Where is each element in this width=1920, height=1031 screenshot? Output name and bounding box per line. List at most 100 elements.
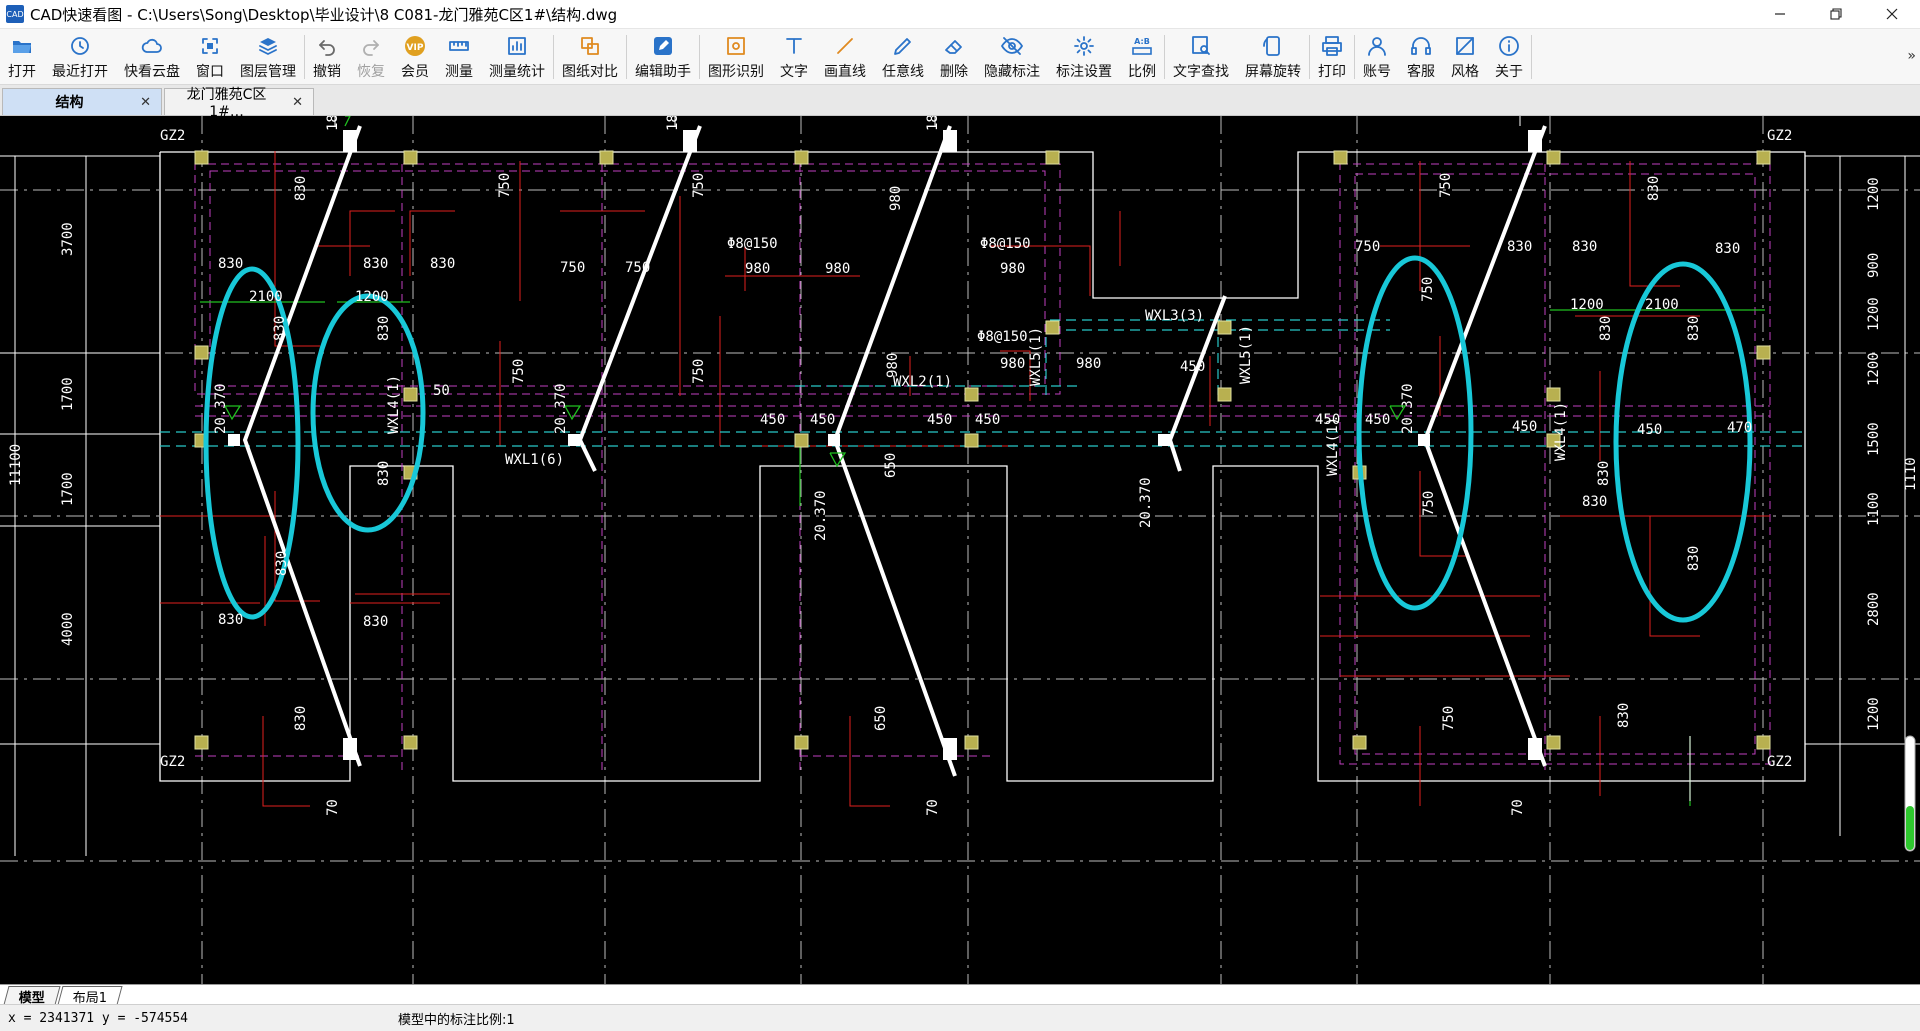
minimize-button[interactable] [1752,0,1808,28]
cad-drawing[interactable]: GZ2 GZ2 GZ2 GZ2 3700 1700 1700 4000 1110… [0,116,1920,984]
close-window-button[interactable] [1864,0,1920,28]
toolbar-button-text-search[interactable]: 文字查找 [1165,29,1237,84]
bottom-mark-1: 70 [325,799,341,816]
toolbar-button-label: 图形识别 [708,64,764,80]
toolbar-button-vip[interactable]: VIP 会员 [393,29,437,84]
toolbar-button-headset[interactable]: 客服 [1399,29,1443,84]
value-750-f: 750 [691,359,707,384]
toolbar-button-undo[interactable]: 撤销 [305,29,349,84]
dimension-lines [0,116,1920,856]
tab-longmen-yayuan[interactable]: 龙门雅苑C区1#… ✕ [164,87,314,120]
value-450-g: 450 [1365,412,1390,428]
toolbar-button-label: 图纸对比 [562,64,618,80]
svg-text:A:B: A:B [1134,37,1150,46]
toolbar-button-label: 隐藏标注 [984,64,1040,80]
beam-label-wxl5-left: WXL5(1) [1028,327,1044,386]
toolbar-button-label: 恢复 [357,64,385,80]
value-450-h: 450 [1512,419,1537,435]
toolbar-button-annotation-settings[interactable]: 标注设置 [1048,29,1120,84]
dim-right-2: 900 [1866,253,1882,278]
toolbar-button-freehand[interactable]: 任意线 [874,29,932,84]
value-980-f: 980 [1076,356,1101,372]
column-tag-top-right: GZ2 [1767,128,1792,144]
value-830-l: 830 [1507,239,1532,255]
toolbar-button-label: 图层管理 [240,64,296,80]
toolbar-button-clock[interactable]: 最近打开 [44,29,116,84]
toolbar-button-label: 测量统计 [489,64,545,80]
toolbar-button-edit-assistant[interactable]: 编辑助手 [627,29,699,84]
window-controls [1752,0,1920,28]
value-450-a: 450 [760,412,785,428]
dim-right-7: 2800 [1866,592,1882,626]
toolbar-button-style[interactable]: 风格 [1443,29,1487,84]
rebar-label-3: Φ8@150 [977,329,1028,345]
toolbar-button-ruler[interactable]: 测量 [437,29,481,84]
toolbar-button-redo: 恢复 [349,29,393,84]
value-650-b: 650 [873,706,889,731]
tab-structure[interactable]: 结构 ✕ [2,88,162,115]
style-icon [1452,33,1478,59]
toolbar-button-ratio[interactable]: A:B 比例 [1120,29,1164,84]
eye-hide-icon [999,33,1025,59]
value-450-e: 450 [1180,359,1205,375]
tab-layout1[interactable]: 布局1 [57,986,123,1006]
printer-icon [1319,33,1345,59]
toolbar-button-eye-hide[interactable]: 隐藏标注 [976,29,1048,84]
elevation-label-5: 20.370 [1400,383,1416,434]
toolbar-button-label: 画直线 [824,64,866,80]
value-450-c: 450 [927,412,952,428]
value-830-h: 830 [274,551,290,576]
restore-icon [1830,8,1842,20]
rebar-label-1: Φ8@150 [727,236,778,252]
toolbar-button-line[interactable]: 画直线 [816,29,874,84]
tab-model-label: 模型 [18,990,45,1006]
toolbar-button-rotate-screen[interactable]: 屏幕旋转 [1237,29,1309,84]
restore-button[interactable] [1808,0,1864,28]
toolbar-button-printer[interactable]: 打印 [1310,29,1354,84]
toolbar-button-compare[interactable]: 图纸对比 [554,29,626,84]
toolbar-overflow-chevron-icon[interactable]: » [1907,48,1916,64]
beam-label-wxl2: WXL2(1) [893,374,952,390]
toolbar-button-folder-open[interactable]: 打开 [0,29,44,84]
toolbar-button-shape-recognize[interactable]: 图形识别 [700,29,772,84]
text-icon [781,33,807,59]
value-450-i: 450 [1637,422,1662,438]
value-450-b: 450 [810,412,835,428]
close-tab-icon[interactable]: ✕ [292,95,303,110]
toolbar-button-info[interactable]: 关于 [1487,29,1531,84]
layers-icon [255,33,281,59]
drawing-canvas[interactable]: GZ2 GZ2 GZ2 GZ2 3700 1700 1700 4000 1110… [0,116,1920,984]
dim-right-6: 1100 [1866,492,1882,526]
toolbar-button-label: 删除 [940,64,968,80]
value-830-n: 830 [1715,241,1740,257]
toolbar-button-user[interactable]: 账号 [1355,29,1399,84]
toolbar-button-measure-stats[interactable]: 测量统计 [481,29,553,84]
compare-icon [577,33,603,59]
close-tab-icon[interactable]: ✕ [140,95,151,110]
toolbar-button-text[interactable]: 文字 [772,29,816,84]
redo-icon [358,33,384,59]
value-750-c: 750 [560,260,585,276]
toolbar-button-eraser[interactable]: 删除 [932,29,976,84]
column-tag-top-left: GZ2 [160,128,185,144]
toolbar-button-cloud[interactable]: 快看云盘 [116,29,188,84]
top-mark-3: 18 [925,116,941,131]
value-830-i: 830 [218,612,243,628]
value-830-f: 830 [376,316,392,341]
value-650-a: 650 [883,453,899,478]
toolbar-button-window[interactable]: 窗口 [188,29,232,84]
value-750-d: 750 [625,260,650,276]
vertical-scroll-indicator[interactable] [1904,735,1916,852]
dim-right-5: 1500 [1866,422,1882,456]
tab-model[interactable]: 模型 [3,986,61,1006]
eraser-icon [941,33,967,59]
window-title: CAD快速看图 - C:\Users\Song\Desktop\毕业设计\8 C… [30,5,618,24]
dim-right-8: 1200 [1866,697,1882,731]
toolbar-button-label: 文字 [780,64,808,80]
ratio-icon: A:B [1129,33,1155,59]
toolbar-button-layers[interactable]: 图层管理 [232,29,304,84]
close-icon [1886,8,1898,20]
svg-text:VIP: VIP [407,43,424,53]
status-bar: x = 2341371 y = -574554 模型中的标注比例:1 [0,1004,1920,1031]
value-50: 50 [433,383,450,399]
